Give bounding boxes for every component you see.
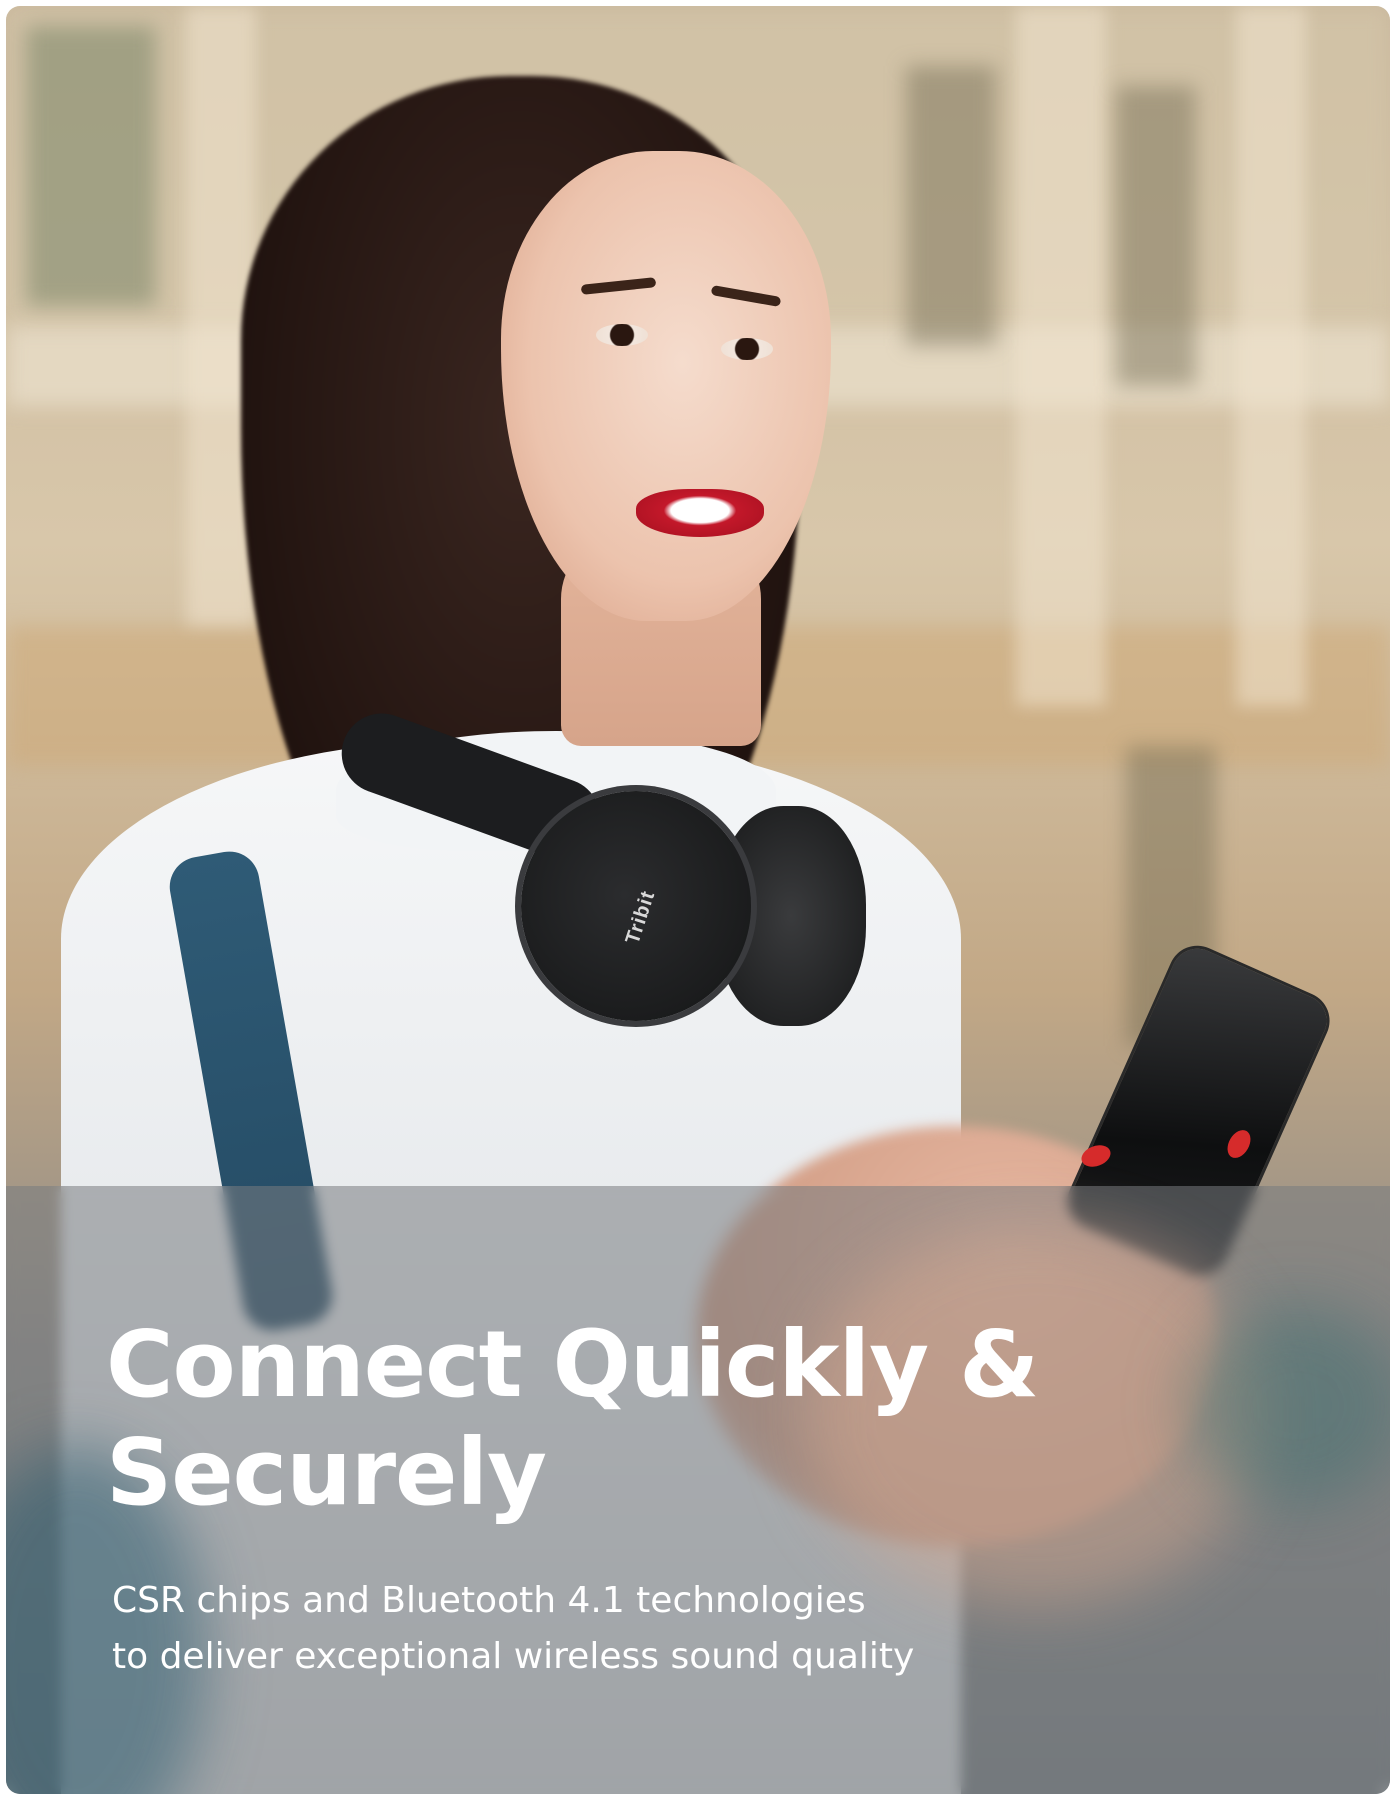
feature-description: CSR chips and Bluetooth 4.1 technologies… (112, 1573, 1112, 1685)
product-hero-card: Tribit Connect Quickly & Securely CSR ch… (6, 6, 1390, 1794)
smile (636, 489, 764, 537)
headline-line-2: Securely (106, 1419, 547, 1526)
headline: Connect Quickly & Securely (106, 1311, 1106, 1527)
left-eye (596, 324, 648, 346)
right-eye (721, 338, 773, 360)
face (501, 151, 831, 621)
description-line-1: CSR chips and Bluetooth 4.1 technologies (112, 1580, 866, 1621)
headline-line-1: Connect Quickly & (106, 1311, 1039, 1418)
description-line-2: to deliver exceptional wireless sound qu… (112, 1636, 915, 1677)
